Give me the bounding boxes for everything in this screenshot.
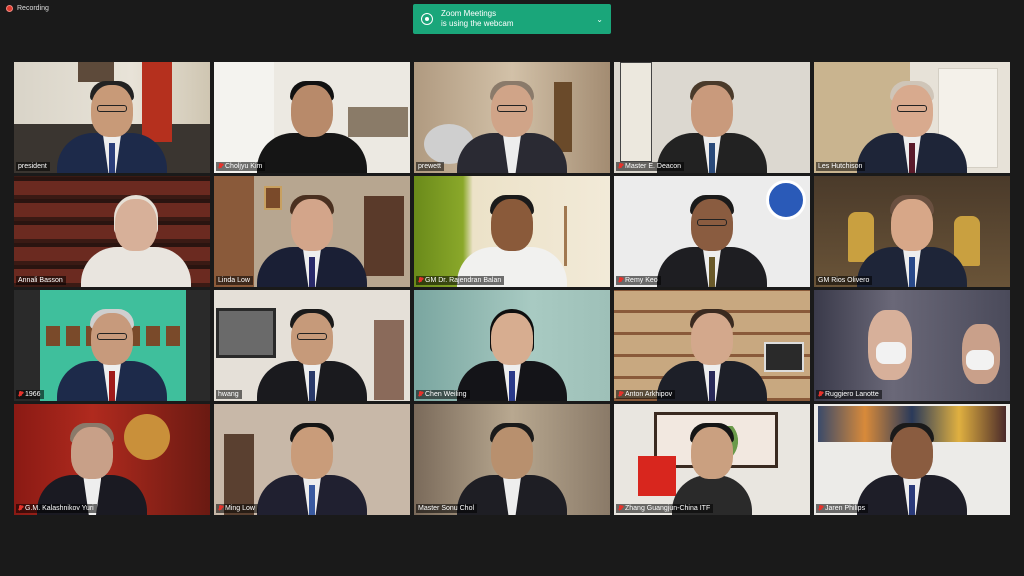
muted-mic-icon bbox=[218, 505, 223, 512]
video-tile[interactable]: Ruggiero Lanotte bbox=[814, 290, 1010, 401]
muted-mic-icon bbox=[618, 163, 623, 170]
muted-mic-icon bbox=[818, 505, 823, 512]
muted-mic-icon bbox=[618, 391, 623, 398]
participant-name: Master E. Deacon bbox=[616, 162, 685, 171]
notification-message: is using the webcam bbox=[441, 19, 514, 28]
video-tile[interactable]: GM Rios Olivero bbox=[814, 176, 1010, 287]
participant-name: Anton Arkhipov bbox=[616, 390, 676, 399]
video-tile[interactable]: GM Dr. Rajendran Balan bbox=[414, 176, 610, 287]
muted-mic-icon bbox=[418, 391, 423, 398]
muted-mic-icon bbox=[618, 505, 623, 512]
participant-name: Ruggiero Lanotte bbox=[816, 390, 882, 399]
muted-mic-icon bbox=[18, 505, 23, 512]
video-tile[interactable]: Chen Weiling bbox=[414, 290, 610, 401]
video-tile[interactable]: Remy Keo bbox=[614, 176, 810, 287]
participant-name: GM Rios Olivero bbox=[816, 276, 873, 285]
muted-mic-icon bbox=[418, 277, 423, 284]
muted-mic-icon bbox=[618, 277, 623, 284]
video-tile[interactable]: Master E. Deacon bbox=[614, 62, 810, 173]
chevron-down-icon[interactable]: ⌄ bbox=[596, 15, 603, 24]
video-tile[interactable]: Anton Arkhipov bbox=[614, 290, 810, 401]
video-tile[interactable]: Master Sonu Chol bbox=[414, 404, 610, 515]
video-tile[interactable]: Les Hutchison bbox=[814, 62, 1010, 173]
video-tile-active-speaker[interactable]: Linda Low bbox=[214, 176, 410, 287]
webcam-notification[interactable]: Zoom Meetings is using the webcam ⌄ bbox=[413, 4, 611, 34]
video-tile[interactable]: Choljyu Kim bbox=[214, 62, 410, 173]
participant-name: Les Hutchison bbox=[816, 162, 866, 171]
participant-name: Master Sonu Chol bbox=[416, 504, 478, 513]
muted-mic-icon bbox=[818, 391, 823, 398]
video-tile[interactable]: Annali Basson bbox=[14, 176, 210, 287]
video-tile[interactable]: Jaren Philips bbox=[814, 404, 1010, 515]
participant-name: 1966 bbox=[16, 390, 44, 399]
video-tile[interactable]: president bbox=[14, 62, 210, 173]
muted-mic-icon bbox=[18, 391, 23, 398]
webcam-icon bbox=[421, 13, 433, 25]
video-gallery: president Choljyu Kim prewett Master E. … bbox=[14, 62, 1010, 515]
participant-name: Annali Basson bbox=[16, 276, 66, 285]
video-tile[interactable]: hwang bbox=[214, 290, 410, 401]
participant-name: GM Dr. Rajendran Balan bbox=[416, 276, 505, 285]
participant-name: Chen Weiling bbox=[416, 390, 470, 399]
participant-name: Zhang Guangjun-China ITF bbox=[616, 504, 714, 513]
notification-title: Zoom Meetings bbox=[441, 9, 497, 18]
recording-indicator: Recording bbox=[6, 5, 49, 12]
record-icon bbox=[6, 5, 13, 12]
participant-name: G.M. Kalashnikov Yuri bbox=[16, 504, 97, 513]
video-tile[interactable]: Ming Low bbox=[214, 404, 410, 515]
participant-name: president bbox=[16, 162, 50, 171]
participant-name: Remy Keo bbox=[616, 276, 661, 285]
video-tile[interactable]: Zhang Guangjun-China ITF bbox=[614, 404, 810, 515]
recording-label: Recording bbox=[17, 5, 49, 12]
video-tile[interactable]: G.M. Kalashnikov Yuri bbox=[14, 404, 210, 515]
participant-name: Linda Low bbox=[216, 276, 253, 285]
participant-name: Jaren Philips bbox=[816, 504, 869, 513]
video-tile[interactable]: prewett bbox=[414, 62, 610, 173]
participant-name: Choljyu Kim bbox=[216, 162, 266, 171]
participant-name: Ming Low bbox=[216, 504, 258, 513]
participant-name: prewett bbox=[416, 162, 444, 171]
participant-name: hwang bbox=[216, 390, 242, 399]
muted-mic-icon bbox=[218, 163, 223, 170]
video-tile[interactable]: 1966 bbox=[14, 290, 210, 401]
